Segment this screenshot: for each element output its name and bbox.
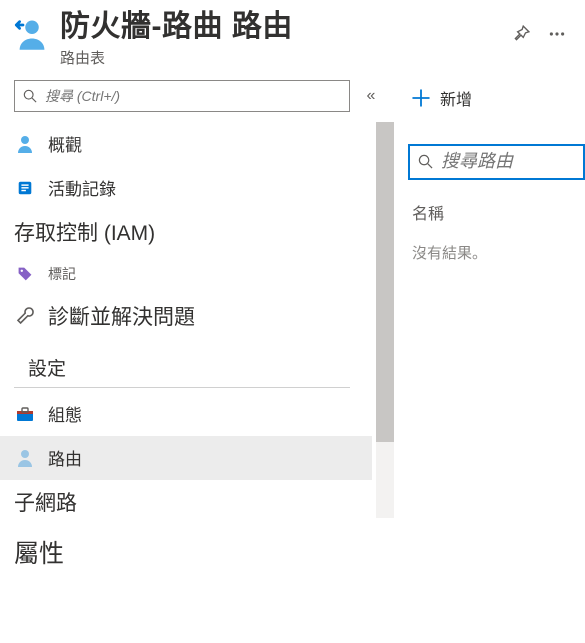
nav-scrollbar[interactable] bbox=[376, 122, 394, 518]
nav-item-subnets[interactable]: 子網路 bbox=[0, 480, 372, 524]
command-bar: 新增 bbox=[408, 80, 585, 116]
add-button-label: 新增 bbox=[440, 86, 472, 110]
nav-item-diagnose[interactable]: 診斷並解決問題 bbox=[0, 294, 372, 338]
collapse-menu-button[interactable]: « bbox=[358, 83, 384, 109]
resource-type-icon bbox=[14, 16, 50, 52]
toolbox-icon bbox=[14, 403, 36, 425]
nav-section-settings: 設定 bbox=[14, 344, 350, 388]
nav-item-overview[interactable]: 概觀 bbox=[0, 122, 372, 166]
column-header-name[interactable]: 名稱 bbox=[408, 194, 585, 236]
nav-item-label: 路由 bbox=[48, 445, 82, 470]
routes-icon bbox=[14, 447, 36, 469]
nav-item-tags[interactable]: 標記 bbox=[0, 254, 372, 294]
routes-filter-input[interactable] bbox=[441, 151, 575, 172]
pin-button[interactable] bbox=[507, 20, 535, 48]
more-button[interactable] bbox=[543, 20, 571, 48]
add-button[interactable]: 新增 bbox=[408, 80, 476, 116]
resource-header: 防火牆-路曲 路由 路由表 bbox=[0, 0, 585, 74]
content-pane: 新增 名稱 沒有結果。 bbox=[394, 74, 585, 637]
nav-item-label: 標記 bbox=[48, 264, 76, 284]
nav-item-iam[interactable]: 存取控制 (IAM) bbox=[0, 210, 372, 254]
nav-item-label: 概觀 bbox=[48, 131, 82, 156]
page-title: 防火牆-路曲 路由 bbox=[60, 10, 507, 45]
nav-item-label: 診斷並解決問題 bbox=[48, 301, 195, 331]
routes-filter-box[interactable] bbox=[408, 144, 585, 180]
menu-search-input[interactable] bbox=[45, 88, 341, 104]
search-icon bbox=[418, 154, 433, 169]
nav-menu: 概觀 活動記錄 存取控制 (IAM) 標記 bbox=[0, 122, 394, 580]
chevron-double-left-icon: « bbox=[367, 87, 376, 105]
activity-log-icon bbox=[14, 177, 36, 199]
resource-type-label: 路由表 bbox=[60, 47, 507, 68]
nav-item-label: 子網路 bbox=[14, 487, 77, 517]
nav-item-routes[interactable]: 路由 bbox=[0, 436, 372, 480]
nav-item-properties[interactable]: 屬性 bbox=[0, 524, 372, 580]
wrench-icon bbox=[14, 305, 36, 327]
header-titles: 防火牆-路曲 路由 路由表 bbox=[60, 10, 507, 68]
nav-item-configuration[interactable]: 組態 bbox=[0, 392, 372, 436]
overview-icon bbox=[14, 133, 36, 155]
search-icon bbox=[23, 89, 37, 103]
nav-item-activity-log[interactable]: 活動記錄 bbox=[0, 166, 372, 210]
nav-item-label: 組態 bbox=[48, 401, 82, 426]
nav-item-label: 存取控制 (IAM) bbox=[14, 217, 155, 247]
nav-scrollbar-thumb[interactable] bbox=[376, 122, 394, 442]
menu-search-box[interactable] bbox=[14, 80, 350, 112]
left-pane: « 概觀 活動記錄 存取控制 ( bbox=[0, 74, 394, 637]
plus-icon bbox=[412, 89, 430, 107]
empty-results-text: 沒有結果。 bbox=[408, 236, 585, 269]
nav-item-label: 活動記錄 bbox=[48, 175, 116, 200]
tag-icon bbox=[14, 263, 36, 285]
